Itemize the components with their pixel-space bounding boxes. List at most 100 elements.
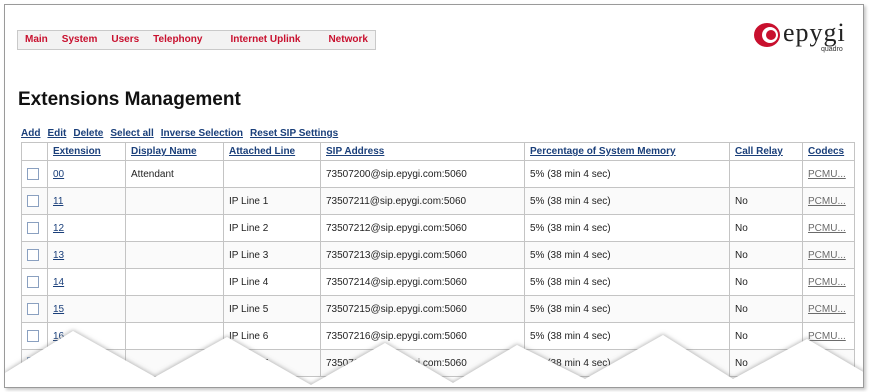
display-name-cell <box>125 241 224 269</box>
table-header-row: Extension Display Name Attached Line SIP… <box>21 142 855 161</box>
call-relay-cell: No <box>729 322 803 350</box>
memory-cell: 5% (38 min 4 sec) <box>524 349 730 377</box>
table-row: 13 IP Line 3 73507213@sip.epygi.com:5060… <box>21 241 855 269</box>
call-relay-cell <box>729 160 803 188</box>
call-relay-cell: No <box>729 349 803 377</box>
row-checkbox[interactable] <box>27 222 39 234</box>
row-select-cell <box>21 322 48 350</box>
sip-address-cell: 73507213@sip.epygi.com:5060 <box>320 241 525 269</box>
table-row: 00 Attendant 73507200@sip.epygi.com:5060… <box>21 160 855 188</box>
header-display-name[interactable]: Display Name <box>125 142 224 161</box>
row-select-cell <box>21 268 48 296</box>
sip-address-cell: 73507211@sip.epygi.com:5060 <box>320 187 525 215</box>
header-select <box>21 142 48 161</box>
table-row: 14 IP Line 4 73507214@sip.epygi.com:5060… <box>21 268 855 296</box>
memory-cell: 5% (38 min 4 sec) <box>524 268 730 296</box>
menu-main[interactable]: Main <box>18 31 55 49</box>
edit-link[interactable]: Edit <box>47 128 66 139</box>
row-checkbox[interactable] <box>27 330 39 342</box>
display-name-cell <box>125 322 224 350</box>
table-row: 16 IP Line 6 73507216@sip.epygi.com:5060… <box>21 322 855 350</box>
header-memory[interactable]: Percentage of System Memory <box>524 142 730 161</box>
add-link[interactable]: Add <box>21 128 40 139</box>
extension-cell[interactable]: 17 <box>47 349 126 377</box>
menu-internet-uplink[interactable]: Internet Uplink <box>223 31 307 49</box>
codecs-cell[interactable]: PCMU... <box>802 214 855 242</box>
row-checkbox[interactable] <box>27 249 39 261</box>
header-codecs[interactable]: Codecs <box>802 142 855 161</box>
screenshot-frame: Main System Users Telephony Internet Upl… <box>4 4 864 388</box>
codecs-cell[interactable]: PCMU... <box>802 322 855 350</box>
call-relay-cell: No <box>729 187 803 215</box>
logo-sub: quadro <box>821 46 843 53</box>
logo-word: epygi <box>783 18 846 47</box>
menu-network[interactable]: Network <box>321 31 374 49</box>
display-name-cell <box>125 349 224 377</box>
call-relay-cell: No <box>729 214 803 242</box>
table-row: 11 IP Line 1 73507211@sip.epygi.com:5060… <box>21 187 855 215</box>
row-checkbox[interactable] <box>27 357 39 369</box>
codecs-cell[interactable]: PCMU... <box>802 241 855 269</box>
row-checkbox[interactable] <box>27 168 39 180</box>
row-checkbox[interactable] <box>27 195 39 207</box>
extension-cell[interactable]: 13 <box>47 241 126 269</box>
menu-gap <box>209 31 223 49</box>
attached-line-cell: IP Line 5 <box>223 295 321 323</box>
menu-telephony[interactable]: Telephony <box>146 31 209 49</box>
delete-link[interactable]: Delete <box>73 128 103 139</box>
select-all-link[interactable]: Select all <box>110 128 153 139</box>
extension-cell[interactable]: 00 <box>47 160 126 188</box>
display-name-cell <box>125 295 224 323</box>
attached-line-cell: IP Line 2 <box>223 214 321 242</box>
codecs-cell[interactable]: PCMU... <box>802 349 855 377</box>
menu-gap <box>307 31 321 49</box>
codecs-cell[interactable]: PCMU... <box>802 268 855 296</box>
row-select-cell <box>21 160 48 188</box>
codecs-cell[interactable]: PCMU... <box>802 160 855 188</box>
codecs-cell[interactable]: PCMU... <box>802 295 855 323</box>
table-row: 17 IP Line 7 73507217@sip.epygi.com:5060… <box>21 349 855 377</box>
header-call-relay[interactable]: Call Relay <box>729 142 803 161</box>
header-attached-line[interactable]: Attached Line <box>223 142 321 161</box>
call-relay-cell: No <box>729 295 803 323</box>
extension-cell[interactable]: 15 <box>47 295 126 323</box>
sip-address-cell: 73507200@sip.epygi.com:5060 <box>320 160 525 188</box>
display-name-cell <box>125 187 224 215</box>
codecs-cell[interactable]: PCMU... <box>802 187 855 215</box>
row-checkbox[interactable] <box>27 276 39 288</box>
sip-address-cell: 73507212@sip.epygi.com:5060 <box>320 214 525 242</box>
memory-cell: 5% (38 min 4 sec) <box>524 322 730 350</box>
inverse-selection-link[interactable]: Inverse Selection <box>161 128 243 139</box>
extension-cell[interactable]: 14 <box>47 268 126 296</box>
row-select-cell <box>21 349 48 377</box>
action-toolbar: Add Edit Delete Select all Inverse Selec… <box>21 128 338 139</box>
row-checkbox[interactable] <box>27 303 39 315</box>
sip-address-cell: 73507215@sip.epygi.com:5060 <box>320 295 525 323</box>
menu-system[interactable]: System <box>55 31 105 49</box>
table-row: 12 IP Line 2 73507212@sip.epygi.com:5060… <box>21 214 855 242</box>
extensions-table: Extension Display Name Attached Line SIP… <box>21 142 855 377</box>
extension-cell[interactable]: 16 <box>47 322 126 350</box>
main-menu-bar: Main System Users Telephony Internet Upl… <box>17 30 376 50</box>
call-relay-cell: No <box>729 241 803 269</box>
memory-cell: 5% (38 min 4 sec) <box>524 214 730 242</box>
extension-cell[interactable]: 11 <box>47 187 126 215</box>
header-sip-address[interactable]: SIP Address <box>320 142 525 161</box>
attached-line-cell: IP Line 6 <box>223 322 321 350</box>
sip-address-cell: 73507216@sip.epygi.com:5060 <box>320 322 525 350</box>
memory-cell: 5% (38 min 4 sec) <box>524 160 730 188</box>
extension-cell[interactable]: 12 <box>47 214 126 242</box>
memory-cell: 5% (38 min 4 sec) <box>524 187 730 215</box>
sip-address-cell: 73507214@sip.epygi.com:5060 <box>320 268 525 296</box>
menu-users[interactable]: Users <box>104 31 146 49</box>
call-relay-cell: No <box>729 268 803 296</box>
header-extension[interactable]: Extension <box>47 142 126 161</box>
table-row: 15 IP Line 5 73507215@sip.epygi.com:5060… <box>21 295 855 323</box>
row-select-cell <box>21 295 48 323</box>
epygi-logo-mark-icon <box>754 23 780 47</box>
attached-line-cell <box>223 160 321 188</box>
display-name-cell <box>125 268 224 296</box>
epygi-logo: epygi quadro <box>753 15 853 57</box>
reset-sip-settings-link[interactable]: Reset SIP Settings <box>250 128 338 139</box>
attached-line-cell: IP Line 3 <box>223 241 321 269</box>
